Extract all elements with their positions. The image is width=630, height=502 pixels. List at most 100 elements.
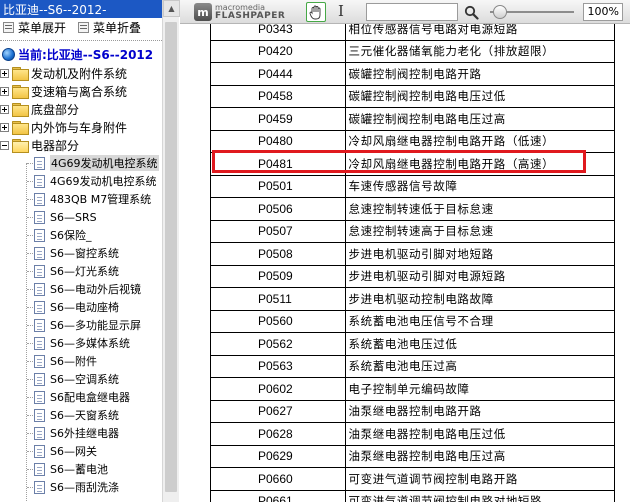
dtc-description: 可变进气道调节阀控制电路开路	[344, 467, 616, 491]
tree-leaf-label: S6配电盒继电器	[50, 391, 130, 404]
collapse-icon[interactable]	[0, 140, 9, 150]
tree-leaf[interactable]: S6—空调系统	[0, 370, 162, 388]
tree-folder[interactable]: 发动机及附件系统	[0, 64, 162, 82]
table-row: P0459 碳罐控制阀控制电路电压过高	[210, 107, 616, 131]
tree-leaf[interactable]: S6保险_	[0, 226, 162, 244]
category-tree: 发动机及附件系统 变速箱与离合系统 底盘部分 内外饰与车身附件 电器部分 4G69发动机电…	[0, 64, 162, 496]
tree-leaf[interactable]: S6外挂继电器	[0, 424, 162, 442]
tree-leaf[interactable]: S6—雨刮洗涤	[0, 478, 162, 496]
search-button[interactable]	[462, 3, 480, 21]
tree-toolbar: 菜单展开 菜单折叠	[0, 18, 162, 36]
expand-all-icon	[3, 21, 14, 33]
table-row: P0458 碳罐控制阀控制电路电压过低	[210, 84, 616, 108]
tree-leaf[interactable]: S6—电动外后视镜	[0, 280, 162, 298]
zoom-slider-knob[interactable]	[492, 5, 507, 19]
scroll-up-arrow-icon[interactable]: ▲	[163, 0, 180, 17]
dtc-description: 冷却风扇继电器控制电路开路（低速）	[344, 129, 616, 153]
dtc-description: 冷却风扇继电器控制电路开路（高速）	[344, 152, 616, 176]
dtc-description: 系统蓄电池电压过低	[344, 332, 616, 356]
expand-icon[interactable]	[0, 86, 9, 96]
collapse-all-icon	[78, 21, 90, 33]
tree-leaf[interactable]: S6—天窗系统	[0, 406, 162, 424]
window-title: 比亚迪--S6--2012-	[0, 0, 162, 18]
hand-icon	[309, 5, 321, 19]
tree-leaf[interactable]: S6—电动座椅	[0, 298, 162, 316]
dtc-description: 步进电机驱动引脚对电源短路	[344, 264, 616, 288]
tree-guide-line	[26, 163, 27, 502]
table-row: P0661 可变进气道调节阀控制电路对地短路	[210, 489, 616, 502]
document-icon	[34, 444, 45, 458]
collapse-menu-button[interactable]: 菜单折叠	[78, 19, 141, 36]
tree-leaf-label: S6—雨刮洗涤	[50, 481, 119, 494]
document-icon	[34, 462, 45, 476]
dtc-code: P0458	[210, 84, 346, 108]
tree-leaf-label: S6—多功能显示屏	[50, 319, 141, 332]
document-icon	[34, 318, 45, 332]
table-row: P0506 怠速控制转速低于目标怠速	[210, 197, 616, 221]
dtc-description: 系统蓄电池电压过高	[344, 354, 616, 378]
globe-icon	[2, 47, 15, 61]
flashpaper-toolbar: m macromedia FLASHPAPER I 100%	[180, 0, 630, 24]
table-row: P0563 系统蓄电池电压过高	[210, 354, 616, 378]
tree-leaf[interactable]: S6—网关	[0, 442, 162, 460]
tree-leaf[interactable]: S6配电盒继电器	[0, 388, 162, 406]
table-row: P0481 冷却风扇继电器控制电路开路（高速）	[210, 152, 616, 176]
expand-menu-button[interactable]: 菜单展开	[3, 19, 66, 36]
tree-folder[interactable]: 底盘部分	[0, 100, 162, 118]
tree-folder[interactable]: 电器部分	[0, 136, 162, 154]
dtc-code: P0444	[210, 62, 346, 86]
tree-leaf[interactable]: 483QB M7管理系统	[0, 190, 162, 208]
tree-leaf[interactable]: S6—附件	[0, 352, 162, 370]
dtc-description: 三元催化器储氧能力老化（排放超限）	[344, 39, 616, 63]
document-icon	[34, 372, 45, 386]
tree-leaf[interactable]: S6—SRS	[0, 208, 162, 226]
tree-leaf[interactable]: 4G69发动机电控系统	[0, 172, 162, 190]
tree-scrollbar[interactable]: ▲	[162, 0, 180, 502]
current-path-node[interactable]: 当前:比亚迪--S6--2012	[0, 44, 162, 64]
expand-icon[interactable]	[0, 68, 9, 78]
expand-icon[interactable]	[0, 104, 9, 114]
document-icon	[34, 210, 45, 224]
folder-icon	[12, 103, 29, 117]
expand-icon[interactable]	[0, 122, 9, 132]
text-select-icon[interactable]: I	[338, 3, 344, 19]
dtc-code: P0459	[210, 107, 346, 131]
dtc-code: P0420	[210, 39, 346, 63]
hand-tool-button[interactable]	[306, 2, 326, 22]
document-viewer: P0343 相位传感器信号电路对电源短路 P0420 三元催化器储氧能力老化（排放超限…	[180, 0, 630, 502]
tree-leaf[interactable]: 4G69发动机电控系统	[0, 154, 162, 172]
tree-leaf[interactable]: S6—窗控系统	[0, 244, 162, 262]
tree-leaf[interactable]: S6—多功能显示屏	[0, 316, 162, 334]
tree-folder[interactable]: 变速箱与离合系统	[0, 82, 162, 100]
tree-folder[interactable]: 内外饰与车身附件	[0, 118, 162, 136]
dtc-description: 电子控制单元编码故障	[344, 377, 616, 401]
dtc-code: P0506	[210, 197, 346, 221]
zoom-level[interactable]: 100%	[583, 3, 623, 21]
tree-leaf[interactable]: S6—灯光系统	[0, 262, 162, 280]
dtc-code: P0660	[210, 467, 346, 491]
folder-icon	[12, 67, 29, 81]
dtc-description: 系统蓄电池电压信号不合理	[344, 309, 616, 333]
tree-scroll-thumb[interactable]	[165, 22, 177, 492]
zoom-slider[interactable]	[486, 4, 578, 20]
navigation-pane: 比亚迪--S6--2012- 菜单展开 菜单折叠 当前:比亚迪--S6--201…	[0, 0, 162, 502]
dtc-description: 怠速控制转速低于目标怠速	[344, 197, 616, 221]
dtc-description: 可变进气道调节阀控制电路对地短路	[344, 489, 616, 502]
dtc-code: P0507	[210, 219, 346, 243]
table-row: P0627 油泵继电器控制电路开路	[210, 399, 616, 423]
search-input[interactable]	[366, 3, 458, 21]
document-icon	[34, 228, 45, 242]
table-row: P0509 步进电机驱动引脚对电源短路	[210, 264, 616, 288]
flashpaper-logo: m macromedia FLASHPAPER	[194, 3, 285, 21]
table-row: P0444 碳罐控制阀控制电路开路	[210, 62, 616, 86]
dtc-description: 油泵继电器控制电路电压过高	[344, 444, 616, 468]
dtc-code: P0560	[210, 309, 346, 333]
document-icon	[34, 156, 45, 170]
tree-leaf-label: S6—灯光系统	[50, 265, 119, 278]
dtc-description: 油泵继电器控制电路开路	[344, 399, 616, 423]
tree-leaf[interactable]: S6—多媒体系统	[0, 334, 162, 352]
search-icon	[464, 5, 479, 20]
dtc-table: P0343 相位传感器信号电路对电源短路 P0420 三元催化器储氧能力老化（排放超限…	[210, 17, 616, 502]
tree-leaf[interactable]: S6—蓄电池	[0, 460, 162, 478]
tree-folder-label: 变速箱与离合系统	[31, 84, 128, 99]
